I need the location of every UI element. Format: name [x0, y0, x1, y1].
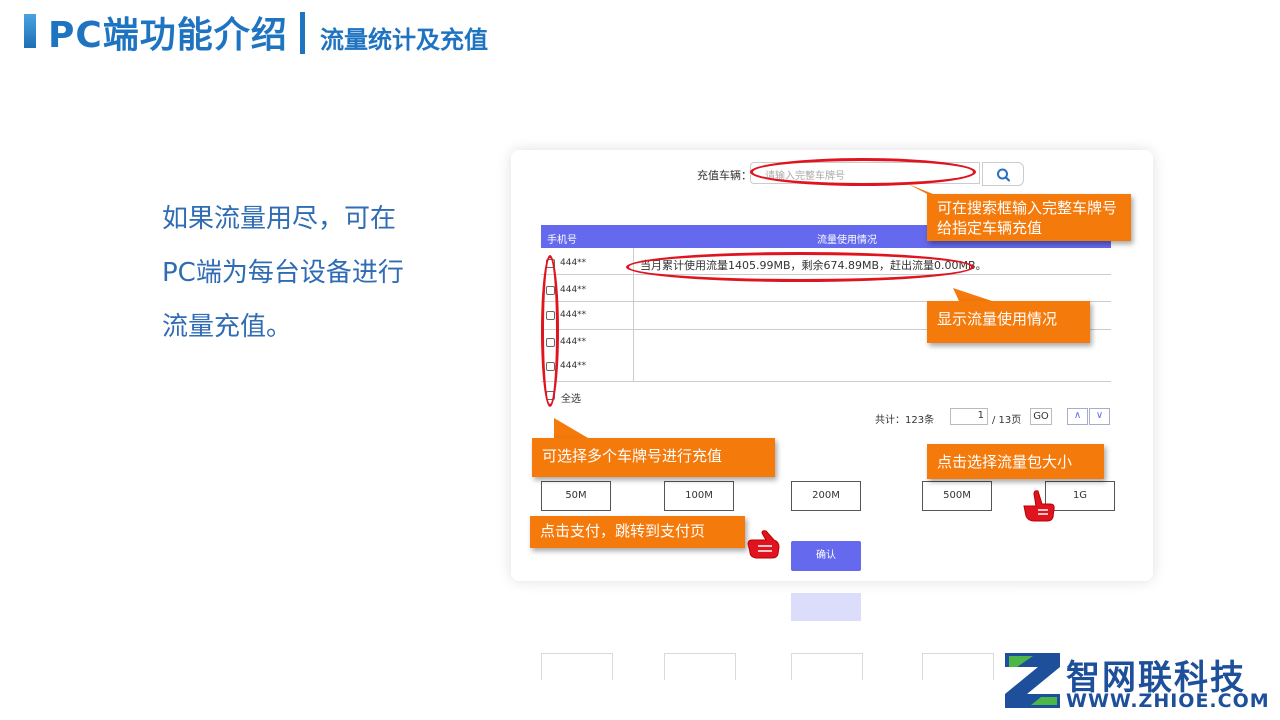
page-title: PC端功能介绍: [48, 15, 288, 56]
intro-line: PC端为每台设备进行: [162, 258, 404, 288]
table-row-phone: 444**: [560, 337, 587, 347]
callout-pay: 点击支付，跳转到支付页: [530, 516, 745, 548]
title-accent-bar: [24, 14, 36, 48]
table-row-phone: 444**: [560, 258, 587, 268]
search-icon: [997, 168, 1011, 182]
package-200m-button[interactable]: 200M: [791, 481, 861, 511]
package-100m-button[interactable]: 100M: [664, 481, 734, 511]
column-header-phone: 手机号: [547, 235, 577, 246]
callout-package: 点击选择流量包大小: [927, 444, 1104, 479]
table-row-phone: 444**: [560, 285, 587, 295]
package-500m-button[interactable]: 500M: [922, 481, 992, 511]
pager-total: 共计：123条: [875, 415, 935, 426]
search-button[interactable]: [982, 162, 1024, 186]
zhioe-logo-icon: [1005, 653, 1060, 708]
logo-url: WWW.ZHIOE.COM: [1066, 690, 1270, 712]
next-page-button[interactable]: ∨: [1089, 408, 1110, 425]
page-count: / 13页: [992, 415, 1022, 426]
pointing-hand-icon: [747, 530, 780, 559]
page-number-input[interactable]: 1: [950, 408, 988, 425]
intro-line: 流量充值。: [162, 312, 293, 342]
page-subtitle: 流量统计及充值: [320, 26, 488, 54]
select-all-label: 全选: [561, 394, 581, 405]
callout-multi-select: 可选择多个车牌号进行充值: [532, 438, 775, 477]
callout-usage: 显示流量使用情况: [927, 301, 1090, 343]
table-row-phone: 444**: [560, 310, 587, 320]
column-header-usage: 流量使用情况: [817, 235, 877, 246]
package-50m-button[interactable]: 50M: [541, 481, 611, 511]
intro-text: 如果流量用尽，可在 PC端为每台设备进行 流量充值。: [162, 192, 452, 354]
search-label: 充值车辆：: [697, 169, 752, 182]
row-divider: [541, 381, 1111, 382]
callout-search: 可在搜索框输入完整车牌号给指定车辆充值: [927, 194, 1131, 241]
pointing-hand-icon: [1023, 490, 1055, 522]
go-button[interactable]: GO: [1030, 408, 1052, 425]
usage-highlight-oval: [626, 252, 974, 282]
table-row-phone: 444**: [560, 361, 587, 371]
checkbox-highlight-oval: [541, 255, 559, 407]
intro-line: 如果流量用尽，可在: [162, 204, 397, 234]
title-divider: [300, 12, 305, 54]
confirm-button[interactable]: 确认: [791, 541, 861, 571]
prev-page-button[interactable]: ∧: [1067, 408, 1088, 425]
